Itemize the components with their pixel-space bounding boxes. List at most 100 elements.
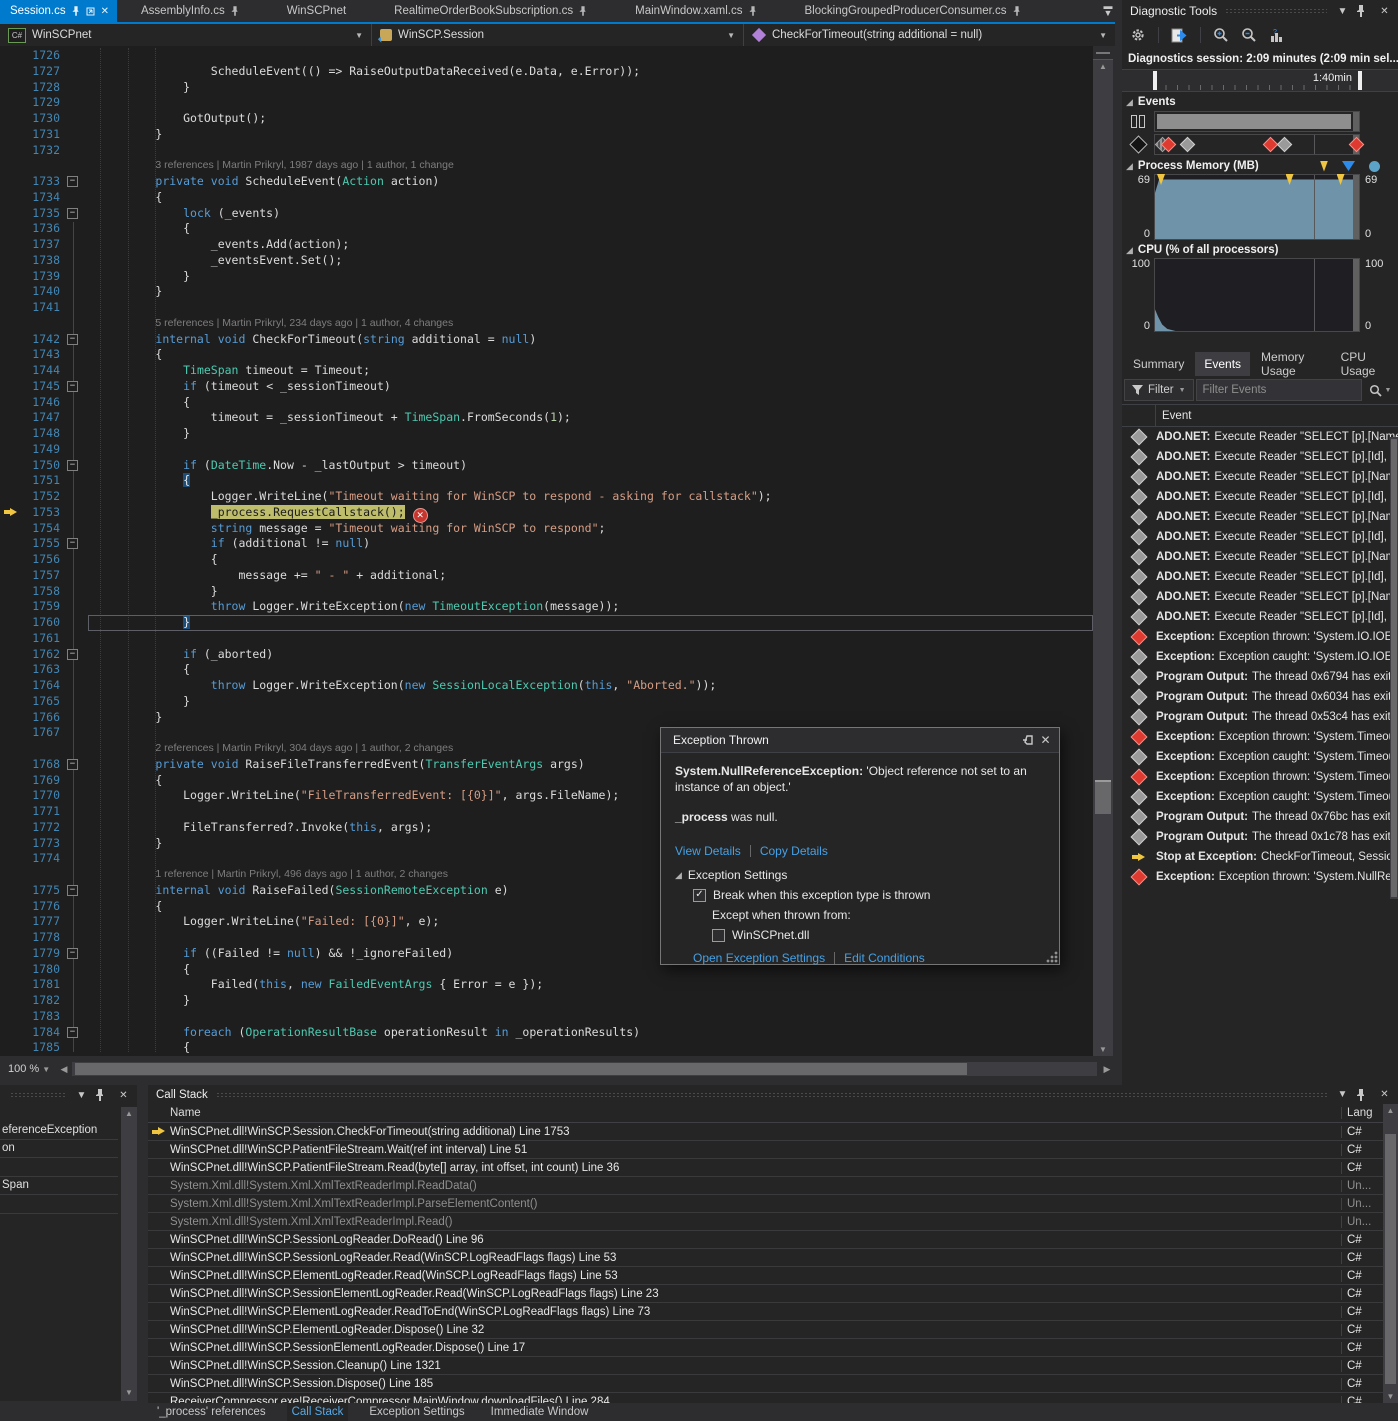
code-line[interactable]: 1783 (0, 1009, 1093, 1025)
code-line[interactable]: 1739 } (0, 269, 1093, 285)
event-row[interactable]: ADO.NET:Execute Reader "SELECT [p].[Name… (1122, 467, 1398, 487)
event-row[interactable]: Exception:Exception caught: 'System.Time… (1122, 787, 1398, 807)
window-menu-icon[interactable]: ▼ (74, 1090, 89, 1101)
fold-margin[interactable]: − (60, 206, 88, 222)
code-line[interactable]: 1761 (0, 631, 1093, 647)
code-line[interactable]: 1781 Failed(this, new FailedEventArgs { … (0, 977, 1093, 993)
code-line[interactable]: 1738 _eventsEvent.Set(); (0, 253, 1093, 269)
editor-vertical-scrollbar[interactable]: ▲ ▼ (1093, 46, 1113, 1056)
code-line[interactable]: 1730 GotOutput(); (0, 111, 1093, 127)
callstack-row[interactable]: System.Xml.dll!System.Xml.XmlTextReaderI… (148, 1213, 1398, 1231)
document-tab[interactable]: AssemblyInfo.cs (117, 0, 263, 22)
fold-collapse-icon[interactable]: − (67, 460, 78, 471)
callstack-row[interactable]: WinSCPnet.dll!WinSCP.Session.Cleanup() L… (148, 1357, 1398, 1375)
callstack-row[interactable]: WinSCPnet.dll!WinSCP.ElementLogReader.Di… (148, 1321, 1398, 1339)
code-line[interactable]: 1766 } (0, 710, 1093, 726)
event-row[interactable]: Exception:Exception thrown: 'System.Time… (1122, 767, 1398, 787)
popup-title-bar[interactable]: Exception Thrown ✕ (661, 728, 1059, 753)
pin-icon[interactable] (579, 6, 587, 16)
value-row[interactable] (0, 1195, 118, 1214)
code-line[interactable]: 1784− foreach (OperationResultBase opera… (0, 1025, 1093, 1041)
fold-collapse-icon[interactable]: − (67, 759, 78, 770)
document-tab[interactable]: Session.cs✕ (0, 0, 117, 22)
value-row[interactable]: on (0, 1140, 118, 1159)
fold-margin[interactable]: − (60, 379, 88, 395)
event-row[interactable]: Program Output:The thread 0x53c4 has exi… (1122, 707, 1398, 727)
fold-margin[interactable]: − (60, 174, 88, 190)
callstack-row[interactable]: WinSCPnet.dll!WinSCP.Session.CheckForTim… (148, 1123, 1398, 1141)
scroll-down-icon[interactable]: ▼ (1383, 1390, 1398, 1403)
checkbox-unchecked-icon[interactable] (712, 929, 725, 942)
mini-scrollbar[interactable]: ▲ ▼ (121, 1107, 137, 1401)
panel-header[interactable]: Call Stack ▼ ✕ (148, 1085, 1398, 1104)
break-checkbox-row[interactable]: ✓ Break when this exception type is thro… (675, 887, 1045, 903)
code-line[interactable]: 1726 (0, 48, 1093, 64)
callstack-row[interactable]: ReceiverCompressor.exe!ReceiverCompresso… (148, 1393, 1398, 1403)
close-icon[interactable]: ✕ (1377, 6, 1392, 17)
close-icon[interactable]: ✕ (1038, 733, 1053, 747)
code-line[interactable]: 1729 (0, 95, 1093, 111)
code-line[interactable]: 1727 ScheduleEvent(() => RaiseOutputData… (0, 64, 1093, 80)
selection-handle-left[interactable] (1153, 71, 1157, 90)
pin-icon[interactable] (231, 6, 239, 16)
callstack-row[interactable]: WinSCPnet.dll!WinSCP.SessionLogReader.Re… (148, 1249, 1398, 1267)
code-line[interactable]: 1737 _events.Add(action); (0, 237, 1093, 253)
document-tab[interactable]: BlockingGroupedProducerConsumer.cs (781, 0, 1045, 22)
scroll-up-icon[interactable]: ▲ (1093, 60, 1113, 73)
window-menu-icon[interactable]: ▼ (1335, 1089, 1350, 1100)
event-row[interactable]: ADO.NET:Execute Reader "SELECT [p].[Id],… (1122, 447, 1398, 467)
callstack-row[interactable]: WinSCPnet.dll!WinSCP.SessionElementLogRe… (148, 1285, 1398, 1303)
event-row[interactable]: Program Output:The thread 0x6794 has exi… (1122, 667, 1398, 687)
pin-icon[interactable] (1023, 735, 1038, 745)
scroll-down-icon[interactable]: ▼ (121, 1386, 137, 1399)
event-row[interactable]: Program Output:The thread 0x6034 has exi… (1122, 687, 1398, 707)
code-line[interactable]: 1760 } (0, 615, 1093, 631)
events-chart-icon[interactable]: ? (1269, 28, 1284, 43)
fold-margin[interactable]: − (60, 332, 88, 348)
tab-events[interactable]: Events (1195, 352, 1250, 376)
document-tab[interactable]: WinSCPnet (263, 0, 370, 22)
timeline-ruler[interactable]: 1:40min (1122, 69, 1398, 92)
tab-cpu-usage[interactable]: CPU Usage (1332, 352, 1396, 376)
code-line[interactable]: 1765 } (0, 694, 1093, 710)
code-line[interactable]: 1732 (0, 143, 1093, 159)
selection-handle-right[interactable] (1358, 71, 1362, 90)
fold-collapse-icon[interactable]: − (67, 381, 78, 392)
code-line[interactable]: 1756 { (0, 552, 1093, 568)
tool-tab-immediate-window[interactable]: Immediate Window (486, 1403, 594, 1421)
code-line[interactable]: 1731 } (0, 127, 1093, 143)
event-list-scrollbar[interactable] (1390, 437, 1398, 899)
panel-header[interactable]: ▼ ✕ (0, 1085, 137, 1105)
fold-margin[interactable]: − (60, 647, 88, 663)
event-row[interactable]: ADO.NET:Execute Reader "SELECT [p].[Id],… (1122, 527, 1398, 547)
event-row[interactable]: Exception:Exception caught: 'System.IO.I… (1122, 647, 1398, 667)
zoom-in-icon[interactable] (1213, 27, 1229, 43)
open-exception-settings-link[interactable]: Open Exception Settings (693, 950, 825, 966)
events-track[interactable] (1154, 111, 1360, 132)
fold-collapse-icon[interactable]: − (67, 948, 78, 959)
scrollbar-thumb[interactable] (1385, 1134, 1396, 1384)
callstack-row[interactable]: WinSCPnet.dll!WinSCP.ElementLogReader.Re… (148, 1303, 1398, 1321)
code-line[interactable]: 1752 Logger.WriteLine("Timeout waiting f… (0, 489, 1093, 505)
scroll-left-icon[interactable]: ◀ (56, 1064, 72, 1075)
event-row[interactable]: ADO.NET:Execute Reader "SELECT [p].[Name… (1122, 547, 1398, 567)
project-dropdown[interactable]: C# WinSCPnet ▼ (0, 24, 372, 46)
pin-icon[interactable] (1013, 6, 1021, 16)
scrollbar-thumb[interactable] (1391, 439, 1397, 897)
document-tab[interactable]: MainWindow.xaml.cs (611, 0, 780, 22)
code-line[interactable]: 1764 throw Logger.WriteException(new Ses… (0, 678, 1093, 694)
fold-collapse-icon[interactable]: − (67, 885, 78, 896)
fold-margin[interactable]: − (60, 536, 88, 552)
event-row[interactable]: ADO.NET:Execute Reader "SELECT [p].[Id],… (1122, 487, 1398, 507)
event-row[interactable]: Exception:Exception thrown: 'System.Null… (1122, 867, 1398, 887)
document-tab[interactable]: RealtimeOrderBookSubscription.cs (370, 0, 611, 22)
codelens-row[interactable]: 5 references | Martin Prikryl, 234 days … (0, 316, 1093, 332)
hscroll-track[interactable] (72, 1062, 1097, 1076)
scrollbar-thumb[interactable] (1095, 780, 1111, 814)
view-details-link[interactable]: View Details (675, 844, 741, 858)
type-dropdown[interactable]: WinSCP.Session ▼ (372, 24, 744, 46)
code-line[interactable]: 1759 throw Logger.WriteException(new Tim… (0, 599, 1093, 615)
window-menu-icon[interactable]: ▼ (1335, 6, 1350, 17)
callstack-row[interactable]: System.Xml.dll!System.Xml.XmlTextReaderI… (148, 1177, 1398, 1195)
code-line[interactable]: 1763 { (0, 662, 1093, 678)
